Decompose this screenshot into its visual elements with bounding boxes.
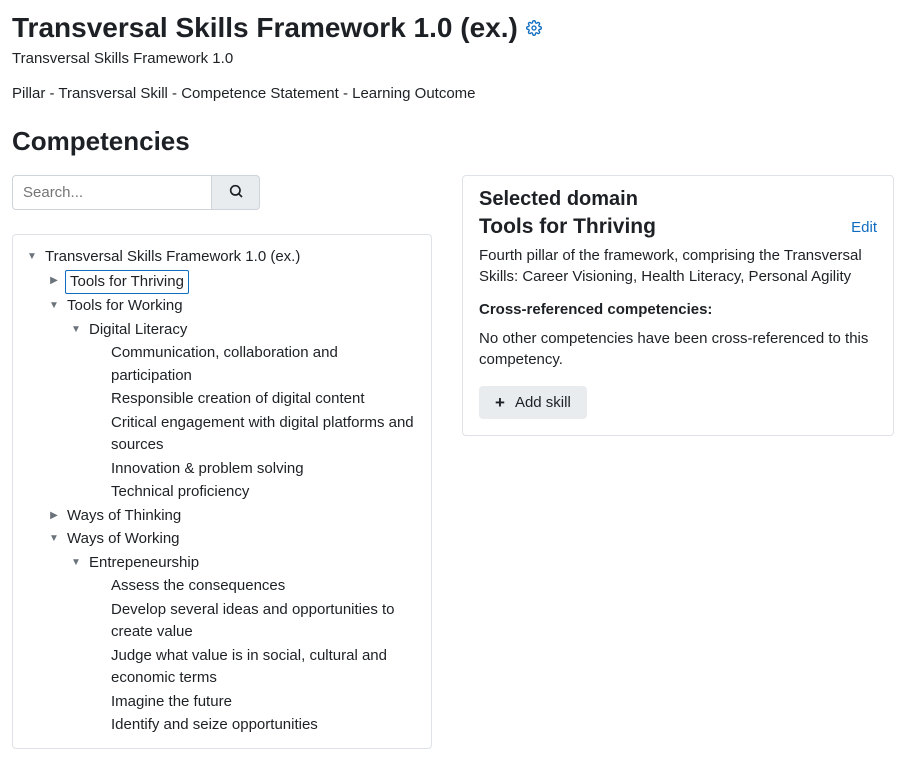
page-subtitle: Transversal Skills Framework 1.0 bbox=[12, 50, 894, 67]
search-button[interactable] bbox=[212, 175, 260, 210]
tree-node[interactable]: Develop several ideas and opportunities … bbox=[91, 599, 421, 644]
tree-node[interactable]: ▶Ways of Thinking bbox=[47, 505, 421, 528]
tree-node[interactable]: Responsible creation of digital content bbox=[91, 388, 421, 411]
tree-node-label[interactable]: Identify and seize opportunities bbox=[109, 714, 320, 737]
tree-node-label[interactable]: Transversal Skills Framework 1.0 (ex.) bbox=[43, 246, 302, 269]
selected-domain-heading: Selected domain bbox=[479, 188, 877, 211]
add-skill-button[interactable]: + Add skill bbox=[479, 386, 587, 419]
taxonomy-path: Pillar - Transversal Skill - Competence … bbox=[12, 85, 894, 102]
search-icon bbox=[228, 183, 244, 202]
tree-node-label[interactable]: Critical engagement with digital platfor… bbox=[109, 412, 421, 457]
tree-node[interactable]: ▼Tools for Working▼Digital LiteracyCommu… bbox=[47, 295, 421, 504]
tree-node[interactable]: ▶Tools for Thriving bbox=[47, 270, 421, 295]
selected-domain-description: Fourth pillar of the framework, comprisi… bbox=[479, 245, 877, 287]
add-skill-label: Add skill bbox=[515, 394, 571, 411]
cross-referenced-text: No other competencies have been cross-re… bbox=[479, 328, 877, 370]
tree-node-label[interactable]: Develop several ideas and opportunities … bbox=[109, 599, 421, 644]
tree-node[interactable]: Judge what value is in social, cultural … bbox=[91, 645, 421, 690]
selected-domain-panel: Selected domain Tools for Thriving Edit … bbox=[462, 175, 894, 436]
tree-node-label[interactable]: Imagine the future bbox=[109, 691, 234, 714]
search-row bbox=[12, 175, 432, 210]
selected-domain-name: Tools for Thriving bbox=[479, 215, 656, 239]
tree-node[interactable]: Identify and seize opportunities bbox=[91, 714, 421, 737]
gear-icon[interactable] bbox=[526, 20, 542, 36]
tree-node-label[interactable]: Innovation & problem solving bbox=[109, 458, 306, 481]
caret-right-icon[interactable]: ▶ bbox=[47, 270, 61, 292]
plus-icon: + bbox=[495, 394, 505, 411]
page-title: Transversal Skills Framework 1.0 (ex.) bbox=[12, 12, 894, 44]
tree-node-label[interactable]: Tools for Thriving bbox=[65, 270, 189, 295]
tree-node[interactable]: Innovation & problem solving bbox=[91, 458, 421, 481]
caret-down-icon[interactable]: ▼ bbox=[47, 295, 61, 317]
tree-node-label[interactable]: Technical proficiency bbox=[109, 481, 251, 504]
search-input[interactable] bbox=[12, 175, 212, 210]
tree-node[interactable]: ▼Ways of Working▼EntrepeneurshipAssess t… bbox=[47, 528, 421, 737]
tree-node-label[interactable]: Ways of Thinking bbox=[65, 505, 183, 528]
tree-node-label[interactable]: Entrepeneurship bbox=[87, 552, 201, 575]
tree-node-label[interactable]: Communication, collaboration and partici… bbox=[109, 342, 421, 387]
caret-down-icon[interactable]: ▼ bbox=[47, 528, 61, 550]
tree-node[interactable]: ▼Digital LiteracyCommunication, collabor… bbox=[69, 319, 421, 504]
caret-down-icon[interactable]: ▼ bbox=[69, 319, 83, 341]
tree-node[interactable]: Critical engagement with digital platfor… bbox=[91, 412, 421, 457]
tree-node-label[interactable]: Ways of Working bbox=[65, 528, 182, 551]
tree-node[interactable]: ▼EntrepeneurshipAssess the consequencesD… bbox=[69, 552, 421, 737]
tree-node[interactable]: Assess the consequences bbox=[91, 575, 421, 598]
section-title: Competencies bbox=[12, 126, 894, 157]
cross-referenced-label: Cross-referenced competencies: bbox=[479, 301, 877, 318]
caret-right-icon[interactable]: ▶ bbox=[47, 505, 61, 527]
edit-link[interactable]: Edit bbox=[851, 219, 877, 236]
tree-node-label[interactable]: Tools for Working bbox=[65, 295, 185, 318]
competency-tree-panel: ▼Transversal Skills Framework 1.0 (ex.)▶… bbox=[12, 234, 432, 749]
tree-node[interactable]: Communication, collaboration and partici… bbox=[91, 342, 421, 387]
caret-down-icon[interactable]: ▼ bbox=[69, 552, 83, 574]
tree-node[interactable]: Imagine the future bbox=[91, 691, 421, 714]
tree-node[interactable]: Technical proficiency bbox=[91, 481, 421, 504]
competency-tree[interactable]: ▼Transversal Skills Framework 1.0 (ex.)▶… bbox=[21, 246, 421, 737]
tree-node-label[interactable]: Judge what value is in social, cultural … bbox=[109, 645, 421, 690]
tree-node-label[interactable]: Responsible creation of digital content bbox=[109, 388, 367, 411]
caret-down-icon[interactable]: ▼ bbox=[25, 246, 39, 268]
tree-node-label[interactable]: Digital Literacy bbox=[87, 319, 189, 342]
tree-node[interactable]: ▼Transversal Skills Framework 1.0 (ex.)▶… bbox=[25, 246, 421, 737]
tree-node-label[interactable]: Assess the consequences bbox=[109, 575, 287, 598]
page-title-text: Transversal Skills Framework 1.0 (ex.) bbox=[12, 12, 518, 44]
